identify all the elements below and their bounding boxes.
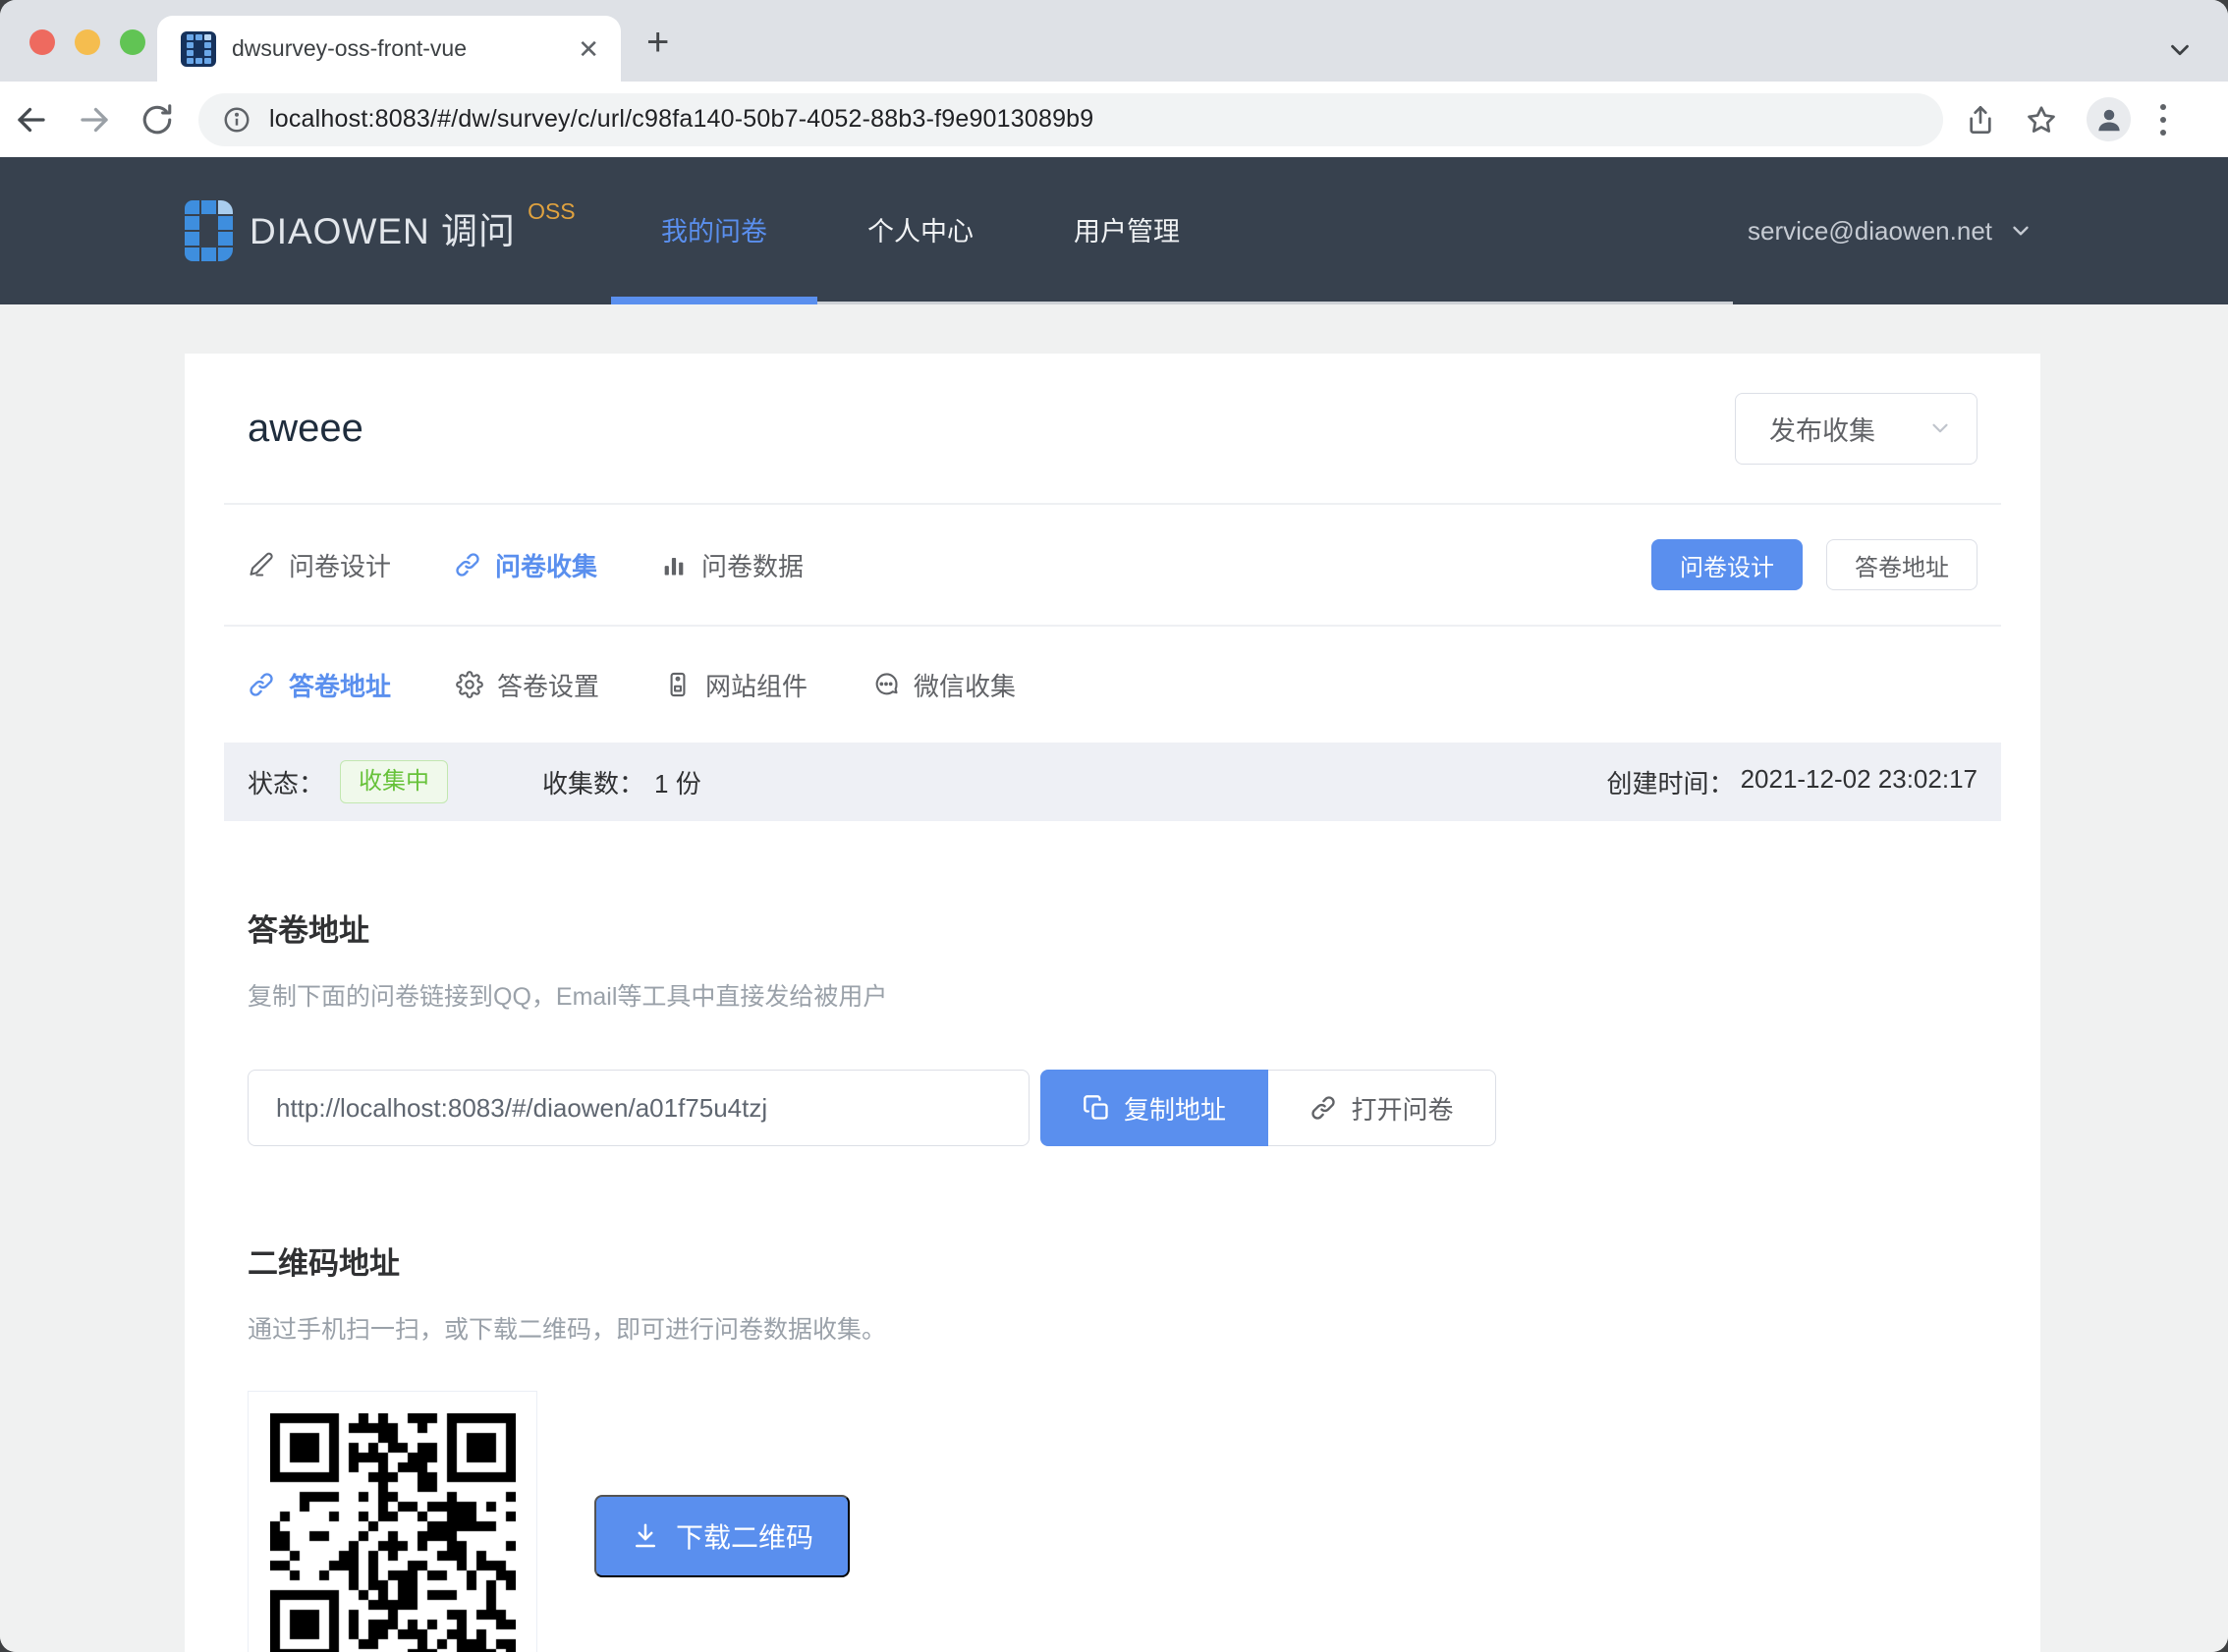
back-arrow-icon[interactable] bbox=[0, 102, 63, 138]
download-qrcode-button[interactable]: 下载二维码 bbox=[594, 1495, 850, 1577]
close-tab-icon[interactable]: ✕ bbox=[578, 36, 599, 62]
publish-select[interactable]: 发布收集 bbox=[1735, 393, 1977, 465]
qr-code bbox=[270, 1413, 516, 1652]
answer-url-section: 答卷地址 复制下面的问卷链接到QQ，Email等工具中直接发给被用户 bbox=[224, 906, 2001, 1013]
survey-tabs-row: 问卷设计 问卷收集 问卷数据 问卷设计 答卷地址 bbox=[224, 505, 2001, 625]
survey-actions: 问卷设计 答卷地址 bbox=[1651, 539, 1977, 590]
link-icon bbox=[248, 671, 275, 698]
link-icon bbox=[454, 551, 481, 578]
avatar-icon[interactable] bbox=[2087, 97, 2131, 141]
page-body: aweee 发布收集 问卷设计 问卷收集 bbox=[0, 304, 2228, 1652]
subtab-answer-settings[interactable]: 答卷设置 bbox=[456, 667, 599, 703]
share-icon[interactable] bbox=[1965, 104, 1996, 136]
link-icon bbox=[1309, 1094, 1337, 1122]
star-icon[interactable] bbox=[2026, 104, 2057, 136]
answer-url-button[interactable]: 答卷地址 bbox=[1826, 539, 1977, 590]
window-controls bbox=[29, 29, 145, 55]
chevron-down-icon bbox=[1927, 415, 1953, 441]
address-bar[interactable]: localhost:8083/#/dw/survey/c/url/c98fa14… bbox=[198, 93, 1943, 146]
tab-survey-collect[interactable]: 问卷收集 bbox=[454, 547, 597, 583]
section-heading: 答卷地址 bbox=[248, 906, 1977, 950]
copy-url-button[interactable]: 复制地址 bbox=[1040, 1070, 1268, 1146]
status-badge: 收集中 bbox=[340, 760, 448, 803]
tab-search-chevron-icon[interactable] bbox=[2165, 35, 2195, 65]
account-email: service@diaowen.net bbox=[1748, 216, 1992, 247]
title-row: aweee 发布收集 bbox=[224, 354, 2001, 503]
answer-url-row: 复制地址 打开问卷 bbox=[224, 1070, 2001, 1146]
browser-window: dwsurvey-oss-front-vue ✕ + localhost:808… bbox=[0, 0, 2228, 1652]
qrcode-row: 下载二维码 bbox=[224, 1391, 2001, 1652]
menu-dots-icon[interactable] bbox=[2160, 104, 2166, 136]
nav-item-user-management[interactable]: 用户管理 bbox=[1024, 157, 1230, 302]
toolbar-actions bbox=[1965, 97, 2166, 141]
nav-item-personal-center[interactable]: 个人中心 bbox=[817, 157, 1024, 302]
bar-chart-icon bbox=[660, 551, 688, 578]
info-icon[interactable] bbox=[222, 105, 251, 135]
app-header: DIAOWEN 调问 OSS 我的问卷 个人中心 用户管理 service@di… bbox=[0, 157, 2228, 304]
diaowen-logo-icon bbox=[185, 200, 234, 263]
chevron-down-icon bbox=[2008, 218, 2033, 244]
section-heading: 二维码地址 bbox=[248, 1239, 1977, 1283]
survey-card: aweee 发布收集 问卷设计 问卷收集 bbox=[185, 354, 2040, 1652]
widget-tag-icon bbox=[664, 671, 692, 698]
url-text: localhost:8083/#/dw/survey/c/url/c98fa14… bbox=[269, 105, 1093, 134]
browser-tab-strip: dwsurvey-oss-front-vue ✕ + bbox=[0, 0, 2228, 82]
collect-count: 收集数： 1 份 bbox=[542, 764, 701, 800]
section-desc: 复制下面的问卷链接到QQ，Email等工具中直接发给被用户 bbox=[248, 977, 1977, 1013]
new-tab-button[interactable]: + bbox=[646, 29, 669, 55]
reload-icon[interactable] bbox=[126, 103, 189, 137]
status-label: 状态： bbox=[248, 764, 324, 800]
brand[interactable]: DIAOWEN 调问 OSS bbox=[185, 200, 576, 263]
browser-toolbar: localhost:8083/#/dw/survey/c/url/c98fa14… bbox=[0, 82, 2228, 157]
brand-name: DIAOWEN 调问 bbox=[250, 200, 516, 263]
survey-tabs: 问卷设计 问卷收集 问卷数据 bbox=[248, 547, 804, 583]
qr-code-frame bbox=[248, 1391, 537, 1652]
zoom-window-button[interactable] bbox=[120, 29, 145, 55]
nav-item-my-surveys[interactable]: 我的问卷 bbox=[611, 157, 817, 302]
url-button-group: 复制地址 打开问卷 bbox=[1040, 1070, 1496, 1146]
copy-icon bbox=[1083, 1094, 1110, 1122]
tab-survey-data[interactable]: 问卷数据 bbox=[660, 547, 804, 583]
tab-survey-design[interactable]: 问卷设计 bbox=[248, 547, 391, 583]
main-nav: 我的问卷 个人中心 用户管理 bbox=[611, 157, 1733, 304]
survey-design-button[interactable]: 问卷设计 bbox=[1651, 539, 1803, 590]
account-menu[interactable]: service@diaowen.net bbox=[1748, 157, 2033, 304]
browser-tab[interactable]: dwsurvey-oss-front-vue ✕ bbox=[157, 16, 621, 82]
gear-icon bbox=[456, 671, 483, 698]
collect-subtabs: 答卷地址 答卷设置 网站组件 微信收集 bbox=[224, 627, 2001, 743]
qrcode-section: 二维码地址 通过手机扫一扫，或下载二维码，即可进行问卷数据收集。 bbox=[224, 1239, 2001, 1346]
wechat-chat-icon bbox=[872, 671, 900, 698]
survey-title: aweee bbox=[248, 407, 363, 451]
download-icon bbox=[631, 1521, 660, 1551]
tab-title: dwsurvey-oss-front-vue bbox=[232, 35, 578, 62]
forward-arrow-icon[interactable] bbox=[63, 102, 126, 138]
favicon-grid-icon bbox=[181, 31, 216, 67]
section-desc: 通过手机扫一扫，或下载二维码，即可进行问卷数据收集。 bbox=[248, 1310, 1977, 1346]
pencil-icon bbox=[248, 551, 275, 578]
subtab-wechat-collect[interactable]: 微信收集 bbox=[872, 667, 1016, 703]
close-window-button[interactable] bbox=[29, 29, 55, 55]
created-time: 创建时间： 2021-12-02 23:02:17 bbox=[1607, 764, 1977, 800]
status-bar: 状态： 收集中 收集数： 1 份 创建时间： 2021-12-02 23:02:… bbox=[224, 743, 2001, 821]
subtab-site-widget[interactable]: 网站组件 bbox=[664, 667, 808, 703]
answer-url-input[interactable] bbox=[248, 1070, 1030, 1146]
brand-badge: OSS bbox=[528, 198, 576, 225]
minimize-window-button[interactable] bbox=[75, 29, 100, 55]
open-survey-button[interactable]: 打开问卷 bbox=[1268, 1070, 1496, 1146]
subtab-answer-url[interactable]: 答卷地址 bbox=[248, 667, 391, 703]
